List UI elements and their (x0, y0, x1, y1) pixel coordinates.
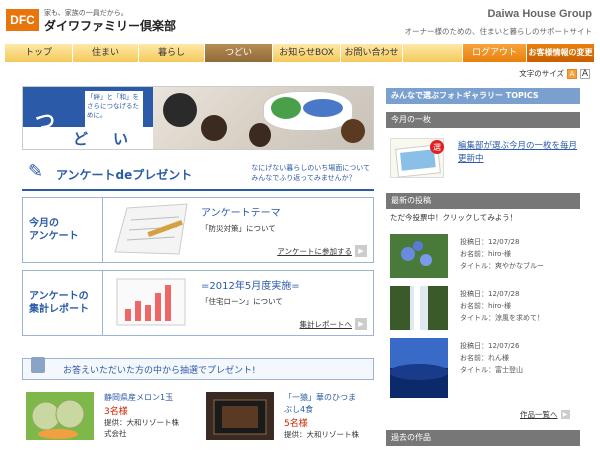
post-author: お名前：れん様 (460, 354, 509, 362)
logo-name[interactable]: ダイワファミリー倶楽部 (44, 17, 176, 34)
monthly-photo-link[interactable]: 編集部が選ぶ今月の一枚を毎月更新中 (458, 140, 578, 166)
prize-1-source-line-2: 式会社 (104, 429, 127, 438)
nav-item-housing[interactable]: 住まい (73, 44, 139, 62)
post-item[interactable]: 投稿日：12/07/28 お名前：hiro-様 タイトル：爽やかなブルー (390, 234, 580, 278)
enquete-desc-line-2: みんなでふり返ってみませんか？ (251, 174, 356, 182)
brand-tagline: オーナー様のための、住まいと暮らしのサポートサイト (404, 27, 593, 36)
report-label-line-1: アンケートの (29, 291, 89, 302)
this-month-label: 今月の アンケート (23, 198, 103, 262)
post-meta: 投稿日：12/07/26 お名前：れん様 タイトル：富士登山 (460, 340, 523, 376)
brand-name: Daiwa House Group (487, 8, 592, 20)
report-box: アンケートの 集計レポート =2012年5月度実施= 「住宅ローン」について 集計… (22, 270, 374, 336)
post-date: 投稿日：12/07/28 (460, 238, 520, 246)
enquete-description: なにげない暮らしのいち場面について みんなでふり返ってみませんか？ (251, 163, 370, 183)
arrow-right-icon[interactable]: ▶ (355, 245, 367, 257)
report-chart-image (107, 275, 195, 331)
prize-2-source: 提供：大和リゾート株 (284, 430, 359, 439)
nav-item-gathering[interactable]: つどい (205, 44, 273, 62)
monthly-photo-image[interactable]: 選 (390, 138, 444, 178)
prize-1-source-line-1: 提供：大和リゾート株 (104, 418, 179, 427)
arrow-right-icon[interactable]: ▶ (560, 410, 570, 419)
prize-1-name[interactable]: 静岡県産メロン1玉 (104, 392, 179, 404)
post-meta: 投稿日：12/07/28 お名前：hiro-様 タイトル：涼風を求めて！ (460, 288, 544, 324)
nav-item-notice-box[interactable]: お知らせBOX (273, 44, 341, 62)
enquete-paper-image (107, 202, 195, 258)
prize-1-count: 3名様 (104, 407, 128, 417)
report-label: アンケートの 集計レポート (23, 271, 103, 335)
works-list-label[interactable]: 作品一覧へ (520, 409, 558, 420)
melon-image[interactable] (26, 392, 94, 440)
font-size-large-button[interactable]: A (580, 68, 590, 79)
enquete-theme-title: アンケートテーマ (201, 208, 281, 219)
arrow-right-icon[interactable]: ▶ (355, 318, 367, 330)
present-text: お答えいただいた方の中から抽選でプレゼント! (63, 366, 256, 376)
prize-2-name-line-1[interactable]: 「一猿」華のひつま (284, 392, 359, 404)
post-item[interactable]: 投稿日：12/07/26 お名前：れん様 タイトル：富士登山 (389, 338, 580, 398)
hero-subtitle: 「絆」と「和」をさらにつなげるために。 (85, 91, 143, 127)
prize-2-name-line-2[interactable]: ぶし4食 (284, 404, 359, 416)
works-list-link[interactable]: 作品一覧へ ▶ (520, 409, 570, 420)
prize-1[interactable]: 静岡県産メロン1玉 3名様 提供：大和リゾート株 式会社 (26, 392, 179, 440)
present-banner: お答えいただいた方の中から抽選でプレゼント! (22, 357, 374, 380)
this-month-label-line-2: アンケート (29, 231, 79, 242)
post-photo-fuji[interactable] (389, 338, 449, 398)
past-works-header: 過去の作品 (386, 430, 580, 446)
font-size-label: 文字のサイズ (519, 69, 564, 78)
hitsumabushi-image[interactable] (206, 392, 274, 440)
join-enquete-label[interactable]: アンケートに参加する (277, 246, 352, 257)
photo-gallery-header[interactable]: みんなで選ぶフォトギャラリー TOPICS (386, 88, 580, 104)
logo-mark[interactable]: DFC (6, 9, 39, 31)
post-date: 投稿日：12/07/28 (460, 290, 520, 298)
nav-item-contact[interactable]: お問い合わせ (341, 44, 403, 62)
enquete-title: アンケートdeプレゼント (56, 168, 193, 182)
customer-info-button[interactable]: お客様情報の変更 (527, 44, 595, 62)
recent-posts-intro: ただ今投票中！クリックしてみよう！ (390, 213, 518, 222)
report-body: 「住宅ローン」について (201, 297, 283, 306)
report-link[interactable]: 集計レポートへ ▶ (300, 318, 367, 330)
font-size-small-button[interactable]: A (567, 68, 577, 79)
hero-title-char-1: ど (73, 130, 89, 148)
report-title: =2012年5月度実施= (201, 281, 300, 292)
tsudoi-hero: つ ど い 「絆」と「和」をさらにつなげるために。 (22, 86, 374, 150)
logout-button[interactable]: ログアウト (463, 44, 527, 62)
enquete-theme-body: 「防災対策」について (201, 224, 276, 233)
recent-posts-header: 最新の投稿 (386, 193, 580, 209)
post-title: タイトル：富士登山 (460, 366, 523, 374)
post-photo-waterfall[interactable] (390, 286, 448, 330)
post-item[interactable]: 投稿日：12/07/28 お名前：hiro-様 タイトル：涼風を求めて！ (390, 286, 580, 330)
post-author: お名前：hiro-様 (460, 302, 512, 310)
post-author: お名前：hiro-様 (460, 250, 512, 258)
nav-item-top[interactable]: トップ (5, 44, 73, 62)
post-date: 投稿日：12/07/26 (460, 342, 520, 350)
global-nav: トップ 住まい 暮らし つどい お知らせBOX お問い合わせ ログアウト お客様… (5, 44, 595, 62)
report-label-line-2: 集計レポート (29, 304, 89, 315)
join-enquete-link[interactable]: アンケートに参加する ▶ (277, 245, 367, 257)
post-photo-flowers[interactable] (390, 234, 448, 278)
monthly-badge: 選 (433, 142, 441, 152)
prize-2[interactable]: 「一猿」華のひつま ぶし4食 5名様 提供：大和リゾート株 (206, 392, 359, 440)
enquete-banner: ✎ アンケートdeプレゼント なにげない暮らしのいち場面について みんなでふり返… (22, 157, 374, 191)
hero-title-char-2: い (113, 130, 129, 148)
pencil-icon: ✎ (28, 161, 44, 182)
gift-icon (31, 357, 45, 373)
hero-photo (153, 87, 373, 149)
report-link-label[interactable]: 集計レポートへ (300, 319, 353, 330)
post-title: タイトル：涼風を求めて！ (460, 314, 544, 322)
monthly-photo-header: 今月の一枚 (386, 112, 580, 128)
this-month-label-line-1: 今月の (29, 218, 59, 229)
post-meta: 投稿日：12/07/28 お名前：hiro-様 タイトル：爽やかなブルー (460, 236, 544, 272)
this-month-enquete-box: 今月のアンケート アンケートテーマ 「防災対策」について アンケートに参加する … (22, 197, 374, 263)
prize-2-count: 5名様 (284, 419, 308, 429)
font-size-switcher: 文字のサイズ A A (519, 68, 590, 79)
enquete-desc-line-1: なにげない暮らしのいち場面について (251, 164, 370, 172)
prize-1-source: 提供：大和リゾート株 式会社 (104, 417, 179, 439)
nav-item-living[interactable]: 暮らし (139, 44, 205, 62)
nav-spacer (403, 44, 463, 62)
post-title: タイトル：爽やかなブルー (460, 262, 544, 270)
